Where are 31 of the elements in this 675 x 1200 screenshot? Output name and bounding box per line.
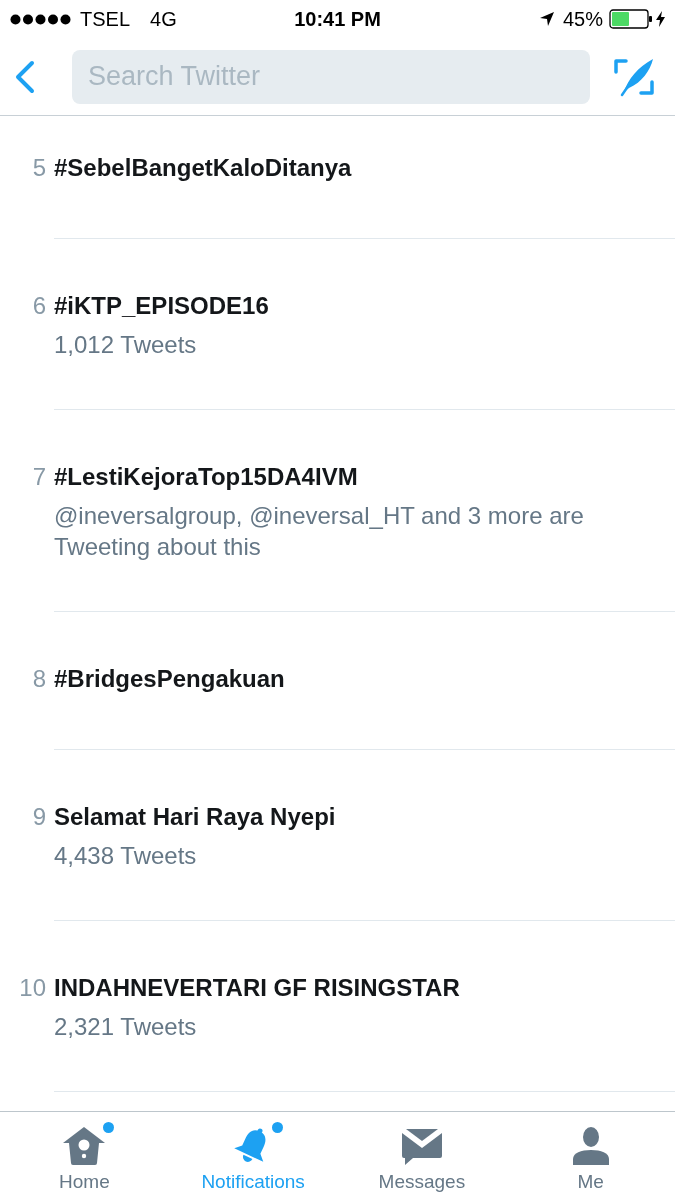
envelope-icon (399, 1126, 444, 1166)
trend-subtitle: @ineversalgroup, @ineversal_HT and 3 more are Tweeting about this (54, 501, 585, 562)
trend-rank: 5 (31, 153, 46, 183)
messages-tab[interactable]: Messages (337, 1112, 507, 1200)
search-field[interactable]: Search Twitter (72, 49, 590, 104)
trend-title[interactable]: #BridgesPengakuan (54, 664, 659, 694)
house-icon (62, 1126, 107, 1166)
home-tab[interactable]: Home (0, 1112, 169, 1200)
battery-percentage: 45% (562, 7, 603, 32)
carrier-name: TSEL (80, 7, 131, 32)
trend-title[interactable]: #iKTP_EPISODE16 (54, 291, 659, 321)
trend-title[interactable]: INDAHNEVERTARI GF RISINGSTAR (54, 973, 659, 1003)
battery-icon (609, 9, 653, 29)
trend-title[interactable]: Selamat Hari Raya Nyepi (54, 802, 659, 832)
network-type: 4G (150, 7, 177, 32)
trend-rank: 7 (31, 462, 46, 492)
trend-title[interactable]: #SebelBangetKaloDitanya (54, 153, 659, 183)
clock-time: 10:41 PM (294, 7, 381, 32)
trend-rank: 6 (31, 291, 46, 321)
trend-subtitle: 1,012 Tweets (54, 330, 198, 360)
compose-button[interactable] (613, 56, 655, 97)
trend-rank: 8 (31, 664, 46, 694)
location-arrow-icon (538, 11, 555, 27)
trend-subtitle: 2,321 Tweets (54, 1012, 198, 1042)
trend-rank: 10 (18, 973, 46, 1003)
trend-rank: 9 (31, 802, 46, 832)
signal-strength-icon (10, 13, 72, 25)
trend-subtitle: 4,438 Tweets (54, 841, 198, 871)
compose-feather-icon (613, 56, 655, 97)
trend-title[interactable]: #LestiKejoraTop15DA4IVM (54, 462, 659, 492)
profile-tab[interactable]: Me (506, 1112, 675, 1200)
